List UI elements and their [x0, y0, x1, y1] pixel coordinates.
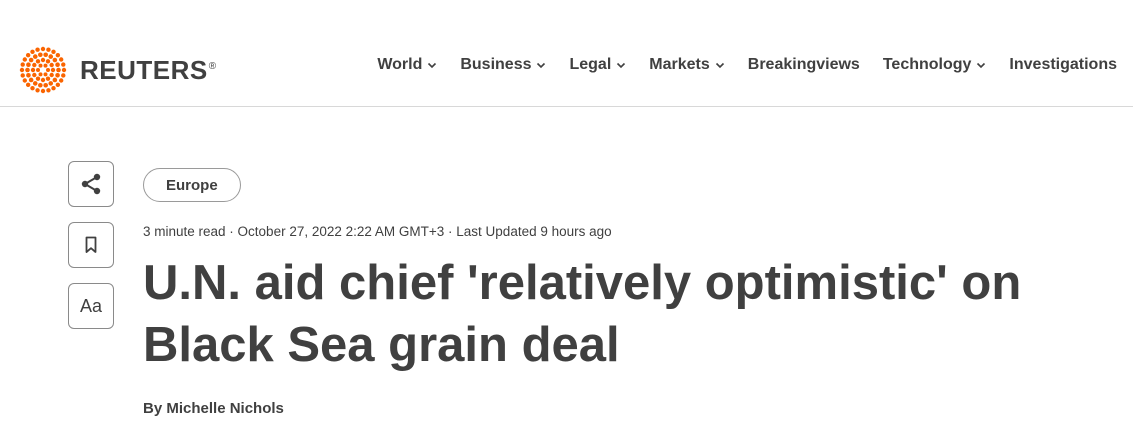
nav-item-world[interactable]: World: [377, 56, 437, 74]
chevron-down-icon: [428, 62, 437, 69]
byline-prefix: By: [143, 400, 167, 417]
bookmark-icon: [85, 236, 97, 253]
nav-item-label: Breakingviews: [747, 56, 860, 73]
nav-item-label: Markets: [649, 56, 710, 73]
text-size-button[interactable]: Aa: [68, 283, 114, 329]
nav-item-label: World: [377, 56, 423, 73]
share-button[interactable]: [68, 161, 114, 207]
main-nav: World Business Legal Markets Breakingvie…: [377, 56, 1117, 74]
chevron-down-icon: [715, 62, 724, 69]
logo-wordmark: REUTERS®: [80, 54, 217, 85]
nav-item-technology[interactable]: Technology: [883, 56, 987, 74]
nav-item-label: Technology: [882, 56, 972, 73]
nav-item-markets[interactable]: Markets: [649, 56, 724, 74]
site-header: REUTERS® World Business Legal Markets Br…: [0, 0, 1133, 107]
chevron-down-icon: [617, 62, 626, 69]
chevron-down-icon: [537, 62, 546, 69]
nav-item-investigations[interactable]: Investigations: [1009, 56, 1117, 74]
reuters-logo[interactable]: REUTERS®: [16, 43, 217, 97]
category-tag[interactable]: Europe: [143, 168, 241, 202]
nav-item-label: Legal: [569, 56, 612, 73]
bookmark-button[interactable]: [68, 222, 114, 268]
reuters-logo-icon: [19, 46, 67, 94]
nav-item-legal[interactable]: Legal: [569, 56, 626, 74]
article-headline: U.N. aid chief 'relatively optimistic' o…: [143, 256, 1022, 372]
nav-item-label: Investigations: [1009, 56, 1117, 73]
author-link[interactable]: Michelle Nichols: [166, 400, 284, 417]
byline: By Michelle Nichols: [143, 400, 284, 417]
share-icon: [81, 173, 101, 195]
nav-item-business[interactable]: Business: [460, 56, 546, 74]
nav-item-label: Business: [460, 56, 532, 73]
text-size-label: Aa: [79, 295, 103, 316]
nav-item-breakingviews[interactable]: Breakingviews: [748, 56, 860, 74]
article-meta: 3 minute read · October 27, 2022 2:22 AM…: [143, 224, 612, 239]
chevron-down-icon: [977, 62, 986, 69]
